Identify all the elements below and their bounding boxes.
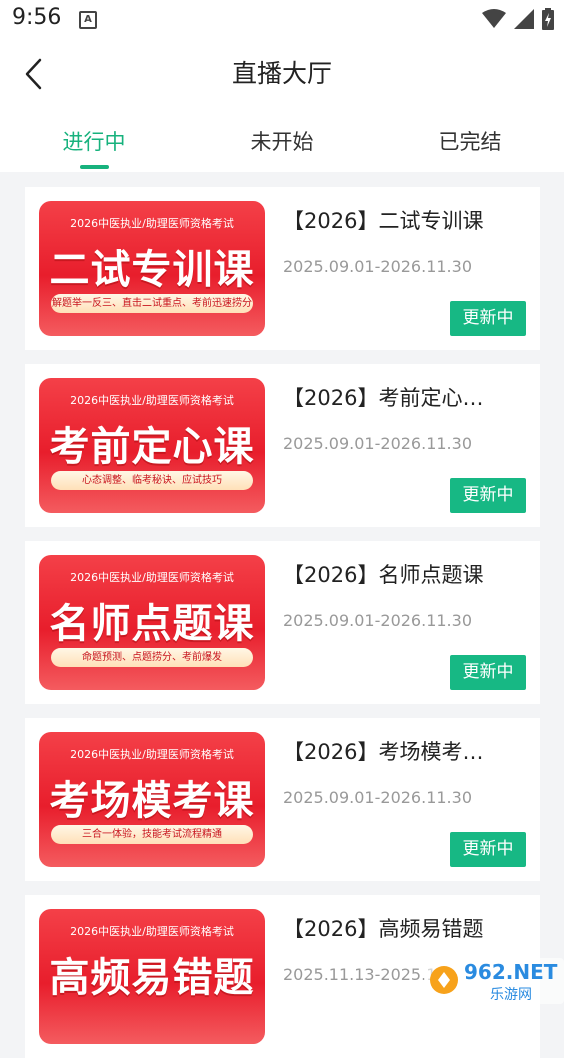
course-thumbnail: 2026中医执业/助理医师资格考试 考前定心课 心态调整、临考秘诀、应试技巧	[39, 378, 265, 513]
course-title: 【2026】考前定心…	[283, 386, 484, 410]
course-date: 2025.11.13-2025.12	[283, 965, 447, 984]
battery-icon	[542, 8, 554, 30]
thumbnail-tagline: 心态调整、临考秘诀、应试技巧	[51, 471, 253, 490]
course-card[interactable]: 2026中医执业/助理医师资格考试 考场模考课 三合一体验，技能考试流程精通 【…	[25, 718, 540, 881]
thumbnail-subtitle: 2026中医执业/助理医师资格考试	[70, 925, 234, 938]
status-icons	[482, 8, 554, 30]
status-badge[interactable]: 更新中	[450, 655, 526, 690]
thumbnail-subtitle: 2026中医执业/助理医师资格考试	[70, 217, 234, 230]
thumbnail-title: 高频易错题	[49, 955, 255, 1001]
status-badge[interactable]: 更新中	[450, 478, 526, 513]
page-title: 直播大厅	[231, 59, 332, 88]
thumbnail-title: 考场模考课	[49, 778, 255, 824]
course-card[interactable]: 2026中医执业/助理医师资格考试 二试专训课 解题举一反三、直击二试重点、考前…	[25, 187, 540, 350]
course-thumbnail: 2026中医执业/助理医师资格考试 二试专训课 解题举一反三、直击二试重点、考前…	[39, 201, 265, 336]
course-title: 【2026】二试专训课	[283, 209, 484, 233]
course-date: 2025.09.01-2026.11.30	[283, 434, 472, 453]
thumbnail-title: 二试专训课	[49, 247, 255, 293]
course-thumbnail: 2026中医执业/助理医师资格考试 考场模考课 三合一体验，技能考试流程精通	[39, 732, 265, 867]
wifi-icon	[482, 9, 506, 28]
course-thumbnail: 2026中医执业/助理医师资格考试 名师点题课 命题预测、点题捞分、考前爆发	[39, 555, 265, 690]
course-date: 2025.09.01-2026.11.30	[283, 257, 472, 276]
course-date: 2025.09.01-2026.11.30	[283, 611, 472, 630]
tab-upcoming[interactable]: 未开始	[188, 126, 376, 156]
notification-icon: A	[79, 11, 97, 29]
top-app-bar: 直播大厅	[0, 38, 564, 110]
thumbnail-tagline: 解题举一反三、直击二试重点、考前迅速捞分	[51, 294, 253, 313]
course-card[interactable]: 2026中医执业/助理医师资格考试 名师点题课 命题预测、点题捞分、考前爆发 【…	[25, 541, 540, 704]
active-tab-indicator	[80, 165, 109, 169]
thumbnail-subtitle: 2026中医执业/助理医师资格考试	[70, 748, 234, 761]
signal-icon	[514, 9, 534, 29]
watermark-subtext: 乐游网	[490, 987, 532, 1003]
status-badge[interactable]: 更新中	[450, 832, 526, 867]
course-card[interactable]: 2026中医执业/助理医师资格考试 考前定心课 心态调整、临考秘诀、应试技巧 【…	[25, 364, 540, 527]
thumbnail-subtitle: 2026中医执业/助理医师资格考试	[70, 571, 234, 584]
course-title: 【2026】名师点题课	[283, 563, 484, 587]
thumbnail-tagline: 三合一体验，技能考试流程精通	[51, 825, 253, 844]
site-watermark: 962.NET 乐游网	[424, 958, 564, 1004]
status-time: 9:56	[12, 5, 62, 30]
thumbnail-subtitle: 2026中医执业/助理医师资格考试	[70, 394, 234, 407]
thumbnail-tagline: 命题预测、点题捞分、考前爆发	[51, 648, 253, 667]
thumbnail-title: 名师点题课	[49, 601, 255, 647]
status-bar: 9:56 A	[0, 0, 564, 38]
course-date: 2025.09.01-2026.11.30	[283, 788, 472, 807]
thumbnail-title: 考前定心课	[49, 424, 255, 470]
status-badge[interactable]: 更新中	[450, 301, 526, 336]
tab-ongoing[interactable]: 进行中	[0, 126, 188, 156]
tab-finished[interactable]: 已完结	[376, 126, 564, 156]
tab-bar: 进行中 未开始 已完结	[0, 110, 564, 172]
course-title: 【2026】高频易错题	[283, 917, 484, 941]
watermark-text: 962.NET	[464, 960, 558, 984]
course-thumbnail: 2026中医执业/助理医师资格考试 高频易错题	[39, 909, 265, 1044]
course-title: 【2026】考场模考…	[283, 740, 484, 764]
